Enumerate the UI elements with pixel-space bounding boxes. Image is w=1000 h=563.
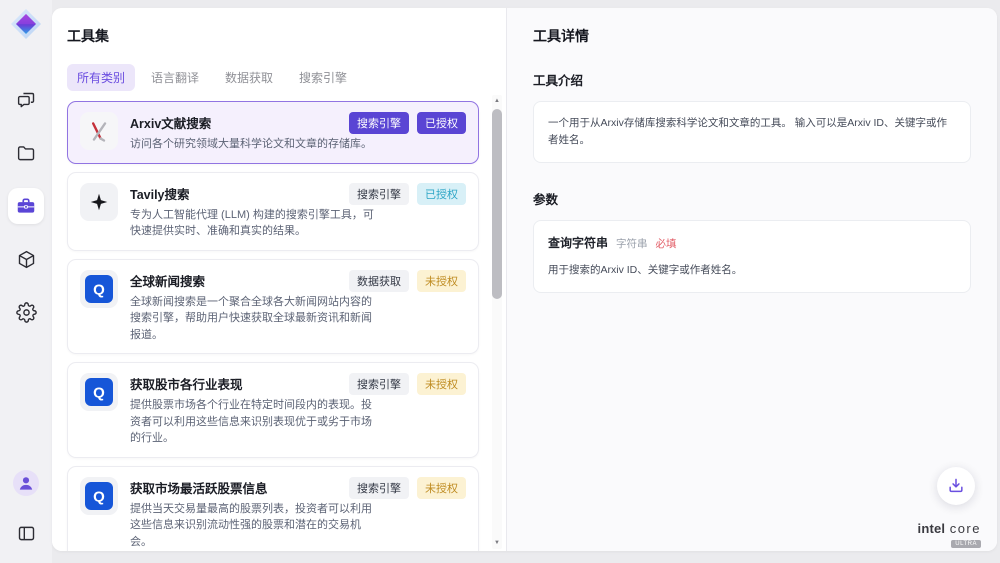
- user-icon: [13, 470, 39, 496]
- category-badge: 搜索引擎: [349, 477, 409, 499]
- folder-icon: [16, 143, 37, 164]
- nav-tools-button[interactable]: [8, 188, 44, 224]
- scrollbar-up-icon[interactable]: ▲: [492, 95, 502, 107]
- nav-chat-button[interactable]: [8, 82, 44, 118]
- user-avatar[interactable]: [8, 465, 44, 501]
- param-name: 查询字符串: [548, 234, 608, 253]
- tool-list: Arxiv文献搜索 访问各个研究领域大量科学论文和文章的存储库。 搜索引擎 已授…: [52, 93, 506, 551]
- category-tab[interactable]: 数据获取: [215, 64, 283, 91]
- intel-core-logo: intel core ULTRA: [918, 520, 981, 538]
- tools-panel: 工具集 所有类别语言翻译数据获取搜索引擎 Arxiv文献搜索 访问各个研究领域大…: [52, 8, 507, 551]
- nav-settings-button[interactable]: [8, 294, 44, 330]
- tool-card[interactable]: Q 获取市场最活跃股票信息 提供当天交易量最高的股票列表，投资者可以利用这些信息…: [67, 466, 479, 552]
- category-badge: 搜索引擎: [349, 373, 409, 395]
- param-type: 字符串: [616, 236, 648, 253]
- tool-description: 提供当天交易量最高的股票列表，投资者可以利用这些信息来识别流动性强的股票和潜在的…: [130, 501, 382, 551]
- auth-status-badge: 未授权: [417, 270, 466, 292]
- cube-icon: [16, 249, 37, 270]
- category-badge: 搜索引擎: [349, 183, 409, 205]
- toolbox-icon: [15, 195, 37, 217]
- tool-description: 专为人工智能代理 (LLM) 构建的搜索引擎工具，可快速提供实时、准确和真实的结…: [130, 207, 382, 240]
- auth-status-badge: 未授权: [417, 477, 466, 499]
- intro-card: 一个用于从Arxiv存储库搜索科学论文和文章的工具。 输入可以是Arxiv ID…: [533, 101, 971, 163]
- ultra-badge: ULTRA: [951, 540, 981, 548]
- gear-icon: [16, 302, 37, 323]
- category-tabs: 所有类别语言翻译数据获取搜索引擎: [52, 46, 506, 91]
- tools-title: 工具集: [52, 8, 506, 46]
- tool-card[interactable]: Tavily搜索 专为人工智能代理 (LLM) 构建的搜索引擎工具，可快速提供实…: [67, 172, 479, 251]
- params-heading: 参数: [533, 189, 971, 208]
- download-button[interactable]: [937, 467, 975, 505]
- auth-status-badge: 已授权: [417, 183, 466, 205]
- qblue-icon: Q: [80, 477, 118, 515]
- category-tab[interactable]: 语言翻译: [141, 64, 209, 91]
- nav-models-button[interactable]: [8, 241, 44, 277]
- download-icon: [946, 476, 966, 496]
- app-root: 工具集 所有类别语言翻译数据获取搜索引擎 Arxiv文献搜索 访问各个研究领域大…: [0, 0, 1000, 563]
- intro-heading: 工具介绍: [533, 70, 971, 89]
- details-title: 工具详情: [533, 26, 971, 46]
- tool-card[interactable]: Q 获取股市各行业表现 提供股票市场各个行业在特定时间段内的表现。投资者可以利用…: [67, 362, 479, 458]
- param-description: 用于搜索的Arxiv ID、关键字或作者姓名。: [548, 262, 956, 279]
- panel-layout-icon: [16, 523, 37, 544]
- category-badge: 数据获取: [349, 270, 409, 292]
- qblue-icon: Q: [80, 373, 118, 411]
- tavily-icon: [80, 183, 118, 221]
- main-panel: 工具集 所有类别语言翻译数据获取搜索引擎 Arxiv文献搜索 访问各个研究领域大…: [52, 8, 997, 551]
- tool-list-viewport: Arxiv文献搜索 访问各个研究领域大量科学论文和文章的存储库。 搜索引擎 已授…: [52, 93, 506, 551]
- param-required-badge: 必填: [656, 236, 677, 253]
- details-panel: 工具详情 工具介绍 一个用于从Arxiv存储库搜索科学论文和文章的工具。 输入可…: [507, 8, 997, 551]
- tool-description: 访问各个研究领域大量科学论文和文章的存储库。: [130, 136, 382, 153]
- scrollbar-down-icon[interactable]: ▼: [492, 537, 502, 549]
- nav-files-button[interactable]: [8, 135, 44, 171]
- auth-status-badge: 已授权: [417, 112, 466, 134]
- tool-description: 提供股票市场各个行业在特定时间段内的表现。投资者可以利用这些信息来识别表现优于或…: [130, 397, 382, 447]
- tool-card[interactable]: Arxiv文献搜索 访问各个研究领域大量科学论文和文章的存储库。 搜索引擎 已授…: [67, 101, 479, 164]
- nav-rail: [0, 0, 52, 563]
- core-wordmark: core: [950, 521, 981, 536]
- param-head: 查询字符串 字符串 必填: [548, 234, 956, 253]
- arxiv-icon: [80, 112, 118, 150]
- tool-card[interactable]: Q 全球新闻搜索 全球新闻搜索是一个聚合全球各大新闻网站内容的搜索引擎，帮助用户…: [67, 259, 479, 355]
- app-logo-icon[interactable]: [10, 8, 42, 40]
- auth-status-badge: 未授权: [417, 373, 466, 395]
- param-card: 查询字符串 字符串 必填 用于搜索的Arxiv ID、关键字或作者姓名。: [533, 220, 971, 293]
- sidebar-toggle-button[interactable]: [8, 515, 44, 551]
- svg-text:Q: Q: [93, 488, 105, 505]
- category-tab[interactable]: 所有类别: [67, 64, 135, 91]
- svg-text:Q: Q: [93, 385, 105, 402]
- qblue-icon: Q: [80, 270, 118, 308]
- scrollbar-thumb[interactable]: [492, 109, 502, 299]
- tool-description: 全球新闻搜索是一个聚合全球各大新闻网站内容的搜索引擎，帮助用户快速获取全球最新资…: [130, 294, 382, 344]
- intro-text: 一个用于从Arxiv存储库搜索科学论文和文章的工具。 输入可以是Arxiv ID…: [548, 117, 947, 146]
- category-badge: 搜索引擎: [349, 112, 409, 134]
- svg-text:Q: Q: [93, 281, 105, 298]
- intel-wordmark: intel: [918, 521, 946, 536]
- chat-icon: [16, 90, 37, 111]
- category-tab[interactable]: 搜索引擎: [289, 64, 357, 91]
- scrollbar[interactable]: ▲ ▼: [492, 95, 502, 549]
